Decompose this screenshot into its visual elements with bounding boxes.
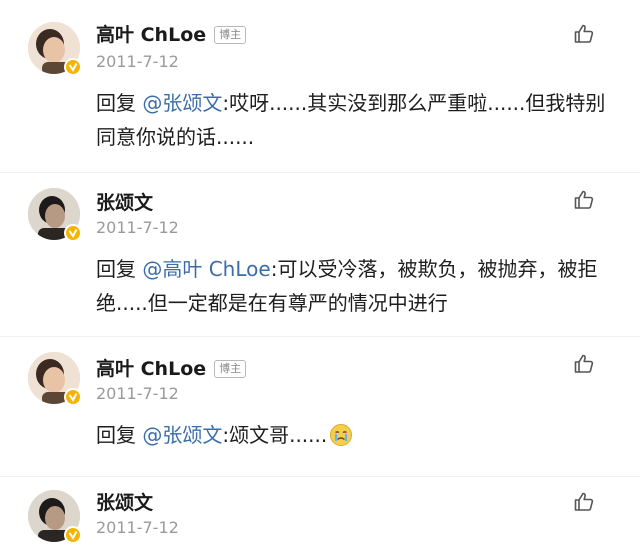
verified-badge-icon [64, 388, 82, 406]
comment-text: 回复 @张颂文:颂文哥...... [96, 418, 606, 452]
mention-link[interactable]: @张颂文 [142, 423, 222, 447]
divider [0, 476, 640, 477]
comment-date: 2011-7-12 [96, 218, 179, 237]
verified-badge-icon [64, 526, 82, 544]
author-role-badge: 博主 [214, 26, 247, 44]
verified-badge-icon [64, 224, 82, 242]
thumbs-up-icon [574, 354, 594, 373]
divider [0, 172, 640, 173]
divider [0, 336, 640, 337]
mention-link[interactable]: @张颂文 [142, 91, 222, 115]
mention-link[interactable]: @高叶 ChLoe [142, 257, 270, 281]
author-name[interactable]: 高叶 ChLoe [96, 24, 206, 46]
like-button[interactable] [572, 352, 596, 376]
author-name[interactable]: 张颂文 [96, 192, 153, 214]
author-role-badge: 博主 [214, 360, 247, 378]
comment-author[interactable]: 张颂文 [96, 488, 153, 515]
comment-author[interactable]: 高叶 ChLoe 博主 [96, 20, 247, 47]
thumbs-up-icon [574, 190, 594, 209]
comment-author[interactable]: 高叶 ChLoe 博主 [96, 354, 247, 381]
comment-body: :颂文哥...... [222, 423, 328, 447]
reply-prefix: 回复 [96, 91, 143, 115]
like-button[interactable] [572, 22, 596, 46]
reply-prefix: 回复 [96, 257, 143, 281]
comment-date: 2011-7-12 [96, 52, 179, 71]
author-name[interactable]: 张颂文 [96, 492, 153, 514]
thumbs-up-icon [574, 24, 594, 43]
reply-prefix: 回复 [96, 423, 143, 447]
comment-text: 回复 @张颂文:哎呀......其实没到那么严重啦......但我特别同意你说的… [96, 86, 606, 154]
like-button[interactable] [572, 188, 596, 212]
verified-badge-icon [64, 58, 82, 76]
thumbs-up-icon [574, 492, 594, 511]
crying-face-emoji [329, 423, 353, 447]
comment-text: 回复 @高叶 ChLoe:可以受冷落，被欺负，被抛弃，被拒绝.....但一定都是… [96, 252, 606, 320]
comment-date: 2011-7-12 [96, 518, 179, 537]
comment-author[interactable]: 张颂文 [96, 188, 153, 215]
like-button[interactable] [572, 490, 596, 514]
author-name[interactable]: 高叶 ChLoe [96, 358, 206, 380]
comment-date: 2011-7-12 [96, 384, 179, 403]
